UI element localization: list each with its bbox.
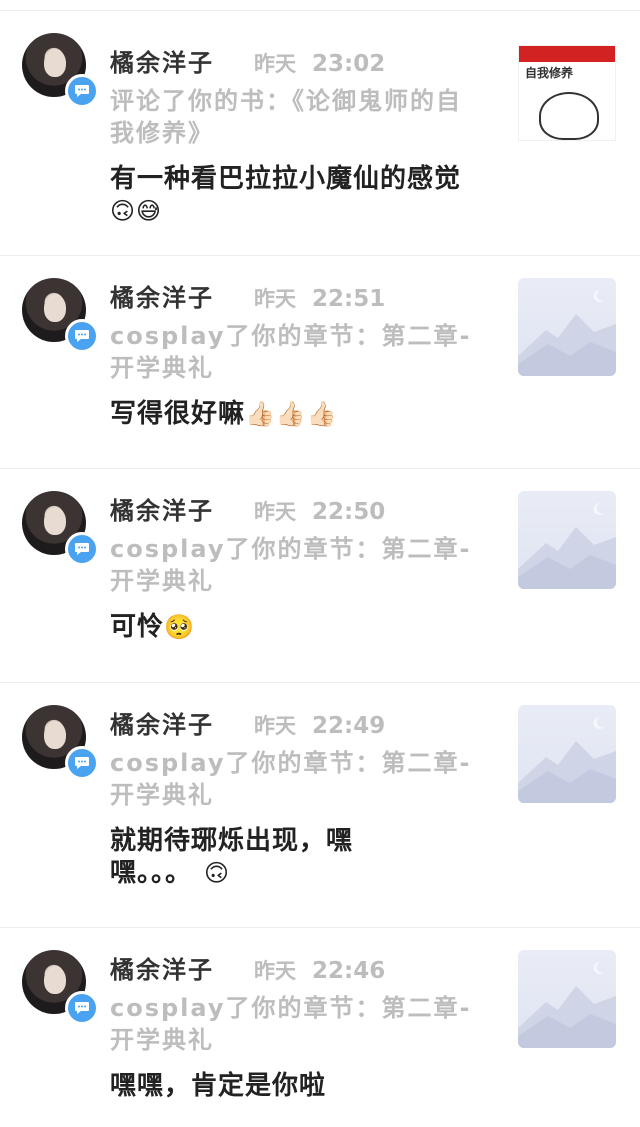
time: 22:50: [312, 499, 386, 525]
notification-item[interactable]: 橘余洋子 昨天 22:50 cosplay了你的章节：第二章-开学典礼 可怜🥺: [0, 469, 640, 683]
user-name[interactable]: 橘余洋子: [110, 705, 214, 740]
reference-text[interactable]: cosplay了你的章节：第二章-开学典礼: [110, 992, 480, 1056]
emoji: 🥺: [164, 613, 195, 641]
comment-text[interactable]: 嘿嘿，肯定是你啦: [110, 1070, 500, 1102]
reference-text[interactable]: cosplay了你的章节：第二章-开学典礼: [110, 320, 480, 384]
reference-text[interactable]: cosplay了你的章节：第二章-开学典礼: [110, 747, 480, 811]
user-name[interactable]: 橘余洋子: [110, 950, 214, 985]
cover-illustration: [539, 92, 599, 140]
notification-item[interactable]: 橘余洋子 昨天 22:49 cosplay了你的章节：第二章-开学典礼 就期待琊…: [0, 683, 640, 928]
comment-body: 可怜: [110, 612, 165, 642]
date: 昨天: [254, 714, 296, 738]
avatar[interactable]: [22, 33, 99, 108]
notification-item[interactable]: 橘余洋子 昨天 22:46 cosplay了你的章节：第二章-开学典礼 嘿嘿，肯…: [0, 928, 640, 1126]
cover-title: 自我修养: [525, 66, 574, 80]
notification-item[interactable]: 橘余洋子 昨天 22:51 cosplay了你的章节：第二章-开学典礼 写得很好…: [0, 256, 640, 469]
notification-item[interactable]: 橘余洋子 昨天 23:02 评论了你的书：《论御鬼师的自我修养》 有一种看巴拉拉…: [0, 11, 640, 256]
emoji: 👍🏻👍🏻👍🏻: [245, 400, 338, 428]
placeholder-image-icon[interactable]: [518, 950, 616, 1048]
avatar[interactable]: [22, 705, 99, 780]
comment-body: 嘿嘿，肯定是你啦: [110, 1071, 327, 1101]
reference-text[interactable]: cosplay了你的章节：第二章-开学典礼: [110, 533, 480, 597]
time: 22:51: [312, 286, 386, 312]
comment-badge-icon: [65, 319, 99, 353]
placeholder-image-icon[interactable]: [518, 278, 616, 376]
time: 22:46: [312, 958, 386, 984]
avatar[interactable]: [22, 491, 99, 566]
comment-text[interactable]: 就期待琊烁出现，嘿嘿。。。 🙃: [110, 825, 390, 889]
date: 昨天: [254, 287, 296, 311]
placeholder-image-icon[interactable]: [518, 705, 616, 803]
avatar-face: [44, 294, 66, 322]
comment-body: 写得很好嘛: [110, 399, 246, 429]
comment-text[interactable]: 可怜🥺: [110, 611, 500, 643]
comment-badge-icon: [65, 991, 99, 1025]
book-cover-thumbnail[interactable]: 自我修养: [518, 45, 616, 141]
placeholder-image-icon[interactable]: [518, 491, 616, 589]
time: 23:02: [312, 51, 386, 77]
comment-text[interactable]: 写得很好嘛👍🏻👍🏻👍🏻: [110, 398, 500, 430]
avatar-face: [44, 966, 66, 994]
reference-text[interactable]: 评论了你的书：《论御鬼师的自我修养》: [110, 85, 480, 149]
cover-banner: [519, 46, 615, 62]
user-name[interactable]: 橘余洋子: [110, 43, 214, 78]
date: 昨天: [254, 959, 296, 983]
comment-body: 有一种看巴拉拉小魔仙的感觉: [110, 164, 462, 194]
avatar[interactable]: [22, 278, 99, 353]
avatar-face: [44, 49, 66, 77]
comment-badge-icon: [65, 746, 99, 780]
emoji: 🙃: [204, 859, 231, 887]
comment-text[interactable]: 有一种看巴拉拉小魔仙的感觉 🙃😅: [110, 163, 480, 227]
avatar[interactable]: [22, 950, 99, 1025]
avatar-face: [44, 721, 66, 749]
date: 昨天: [254, 52, 296, 76]
emoji: 🙃😅: [110, 197, 163, 225]
date: 昨天: [254, 500, 296, 524]
time: 22:49: [312, 713, 386, 739]
top-divider: [0, 0, 640, 11]
comment-badge-icon: [65, 74, 99, 108]
user-name[interactable]: 橘余洋子: [110, 491, 214, 526]
notification-list: 橘余洋子 昨天 23:02 评论了你的书：《论御鬼师的自我修养》 有一种看巴拉拉…: [0, 11, 640, 1126]
user-name[interactable]: 橘余洋子: [110, 278, 214, 313]
comment-body: 就期待琊烁出现，嘿嘿。。。: [110, 826, 354, 888]
avatar-face: [44, 507, 66, 535]
comment-badge-icon: [65, 532, 99, 566]
